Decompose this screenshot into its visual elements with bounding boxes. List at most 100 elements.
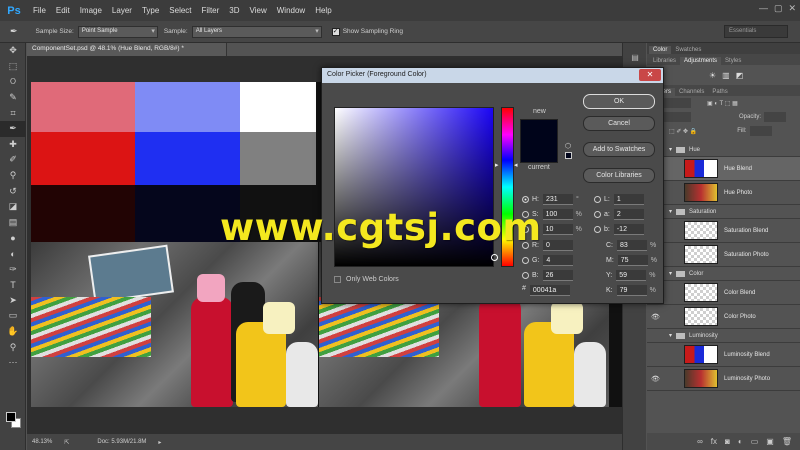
a-radio[interactable]: [594, 211, 601, 218]
hue-slider-right-arrow-icon[interactable]: ◂: [514, 161, 518, 169]
tab-styles[interactable]: Styles: [721, 57, 745, 65]
history-brush-icon[interactable]: ↺: [0, 183, 26, 199]
menu-view[interactable]: View: [250, 6, 267, 15]
zoom-tool-icon[interactable]: ⚲: [0, 339, 26, 355]
tab-adjustments[interactable]: Adjustments: [680, 57, 722, 65]
pen-tool-icon[interactable]: ✑: [0, 261, 26, 277]
status-arrow-icon[interactable]: ▸: [158, 439, 161, 446]
blue-radio[interactable]: [522, 272, 529, 279]
c-input[interactable]: 83: [617, 240, 647, 251]
menu-type[interactable]: Type: [142, 6, 159, 15]
workspace-select[interactable]: Essentials: [724, 25, 788, 38]
h-radio[interactable]: [522, 196, 529, 203]
menu-window[interactable]: Window: [277, 6, 305, 15]
curves-adj-icon[interactable]: ◩: [736, 71, 744, 80]
type-tool-icon[interactable]: T: [0, 277, 26, 293]
color-libraries-button[interactable]: Color Libraries: [583, 168, 655, 183]
fill-input[interactable]: [749, 126, 772, 136]
lasso-tool-icon[interactable]: ଠ: [0, 74, 26, 90]
menu-image[interactable]: Image: [80, 6, 102, 15]
new-layer-icon[interactable]: ▣: [766, 437, 774, 446]
color-field-cursor[interactable]: [491, 254, 498, 261]
layer-group-hue[interactable]: ▾ Hue: [647, 143, 800, 157]
sample-select[interactable]: All Layers: [191, 25, 322, 38]
export-icon[interactable]: ⇱: [64, 439, 69, 446]
dodge-tool-icon[interactable]: ◐: [0, 246, 26, 262]
lab-b-radio[interactable]: [594, 226, 601, 233]
hand-tool-icon[interactable]: ✋: [0, 324, 26, 340]
layer-group-color[interactable]: ▾ Color: [647, 267, 800, 281]
eyedropper-tool-icon[interactable]: ✒: [0, 120, 26, 137]
tab-libraries[interactable]: Libraries: [649, 57, 680, 65]
delete-layer-icon[interactable]: 🗑: [782, 437, 792, 446]
layer-row[interactable]: Luminosity Blend: [647, 343, 800, 367]
filter-icons[interactable]: ▣ ◐ T ⬚ ▦: [707, 100, 738, 107]
menu-filter[interactable]: Filter: [202, 6, 220, 15]
brightness-adj-icon[interactable]: ☀: [709, 71, 716, 80]
layer-row[interactable]: 👁 Hue Photo: [647, 181, 800, 205]
a-input[interactable]: 2: [613, 209, 644, 220]
blue-input[interactable]: 26: [542, 270, 573, 281]
show-sampling-ring-checkbox[interactable]: ✓: [331, 27, 340, 36]
m-input[interactable]: 75: [617, 255, 648, 266]
g-input[interactable]: 4: [543, 255, 574, 266]
tab-color[interactable]: Color: [649, 46, 672, 54]
g-radio[interactable]: [522, 257, 529, 264]
foreground-color-swatch[interactable]: [6, 412, 16, 422]
menu-layer[interactable]: Layer: [112, 6, 132, 15]
k-input[interactable]: 79: [616, 285, 647, 296]
quick-select-tool-icon[interactable]: ✎: [0, 90, 26, 106]
expand-triangle-icon[interactable]: ▾: [669, 332, 672, 339]
document-tab[interactable]: ComponentSet.psd @ 48.1% (Hue Blend, RGB…: [27, 43, 227, 56]
l-radio[interactable]: [594, 196, 601, 203]
layer-row[interactable]: Color Blend: [647, 281, 800, 305]
hue-slider-left-arrow-icon[interactable]: ▸: [495, 161, 499, 169]
ok-button[interactable]: OK: [583, 94, 655, 109]
dialog-close-icon[interactable]: ✕: [639, 69, 661, 81]
layer-group-luminosity[interactable]: ▾ Luminosity: [647, 329, 800, 343]
expand-triangle-icon[interactable]: ▾: [669, 208, 672, 215]
tab-channels[interactable]: Channels: [675, 88, 708, 96]
path-select-icon[interactable]: ➤: [0, 293, 26, 309]
zoom-level[interactable]: 48.13%: [32, 439, 52, 445]
expand-triangle-icon[interactable]: ▾: [669, 146, 672, 153]
visibility-eye-icon[interactable]: 👁: [651, 375, 662, 383]
eraser-tool-icon[interactable]: ◪: [0, 199, 26, 215]
mask-icon[interactable]: ◙: [725, 437, 730, 446]
adjustment-layer-icon[interactable]: ◐: [738, 437, 743, 446]
expand-triangle-icon[interactable]: ▾: [669, 270, 672, 277]
r-input[interactable]: 0: [543, 240, 573, 251]
eyedropper-preset-icon[interactable]: ✒: [10, 26, 18, 37]
y-input[interactable]: 59: [616, 270, 647, 281]
s-input[interactable]: 100: [542, 209, 573, 220]
clone-stamp-icon[interactable]: ⚲: [0, 168, 26, 184]
add-to-swatches-button[interactable]: Add to Swatches: [583, 142, 655, 157]
history-panel-icon[interactable]: ▤: [623, 49, 647, 65]
layer-row[interactable]: Saturation Photo: [647, 243, 800, 267]
healing-brush-icon[interactable]: ✚: [0, 137, 26, 153]
lab-b-input[interactable]: -12: [613, 224, 644, 235]
menu-3d[interactable]: 3D: [229, 6, 239, 15]
visibility-eye-icon[interactable]: 👁: [651, 313, 662, 321]
layer-row[interactable]: 👁 Luminosity Photo: [647, 367, 800, 391]
layer-group-saturation[interactable]: ▾ Saturation: [647, 205, 800, 219]
l-input[interactable]: 1: [613, 194, 644, 205]
layer-row[interactable]: 👁 Hue Blend: [647, 157, 800, 181]
layer-row[interactable]: 👁 Color Photo: [647, 305, 800, 329]
shape-tool-icon[interactable]: ▭: [0, 308, 26, 324]
brush-tool-icon[interactable]: ✐: [0, 152, 26, 168]
hex-input[interactable]: 00041a: [529, 285, 570, 296]
menu-select[interactable]: Select: [169, 6, 191, 15]
layer-row[interactable]: Saturation Blend: [647, 219, 800, 243]
web-safe-swatch[interactable]: [565, 152, 572, 159]
maximize-icon[interactable]: ▢: [774, 3, 783, 14]
levels-adj-icon[interactable]: ▥: [722, 71, 730, 80]
sample-size-select[interactable]: Point Sample: [77, 25, 158, 38]
fx-icon[interactable]: fx: [711, 437, 717, 446]
new-group-icon[interactable]: ▭: [751, 437, 759, 446]
cancel-button[interactable]: Cancel: [583, 116, 655, 131]
lock-icons[interactable]: ⬚ ✐ ✥ 🔒: [669, 128, 697, 135]
menu-file[interactable]: File: [33, 6, 46, 15]
h-input[interactable]: 231: [543, 194, 573, 205]
minimize-icon[interactable]: —: [759, 3, 768, 14]
